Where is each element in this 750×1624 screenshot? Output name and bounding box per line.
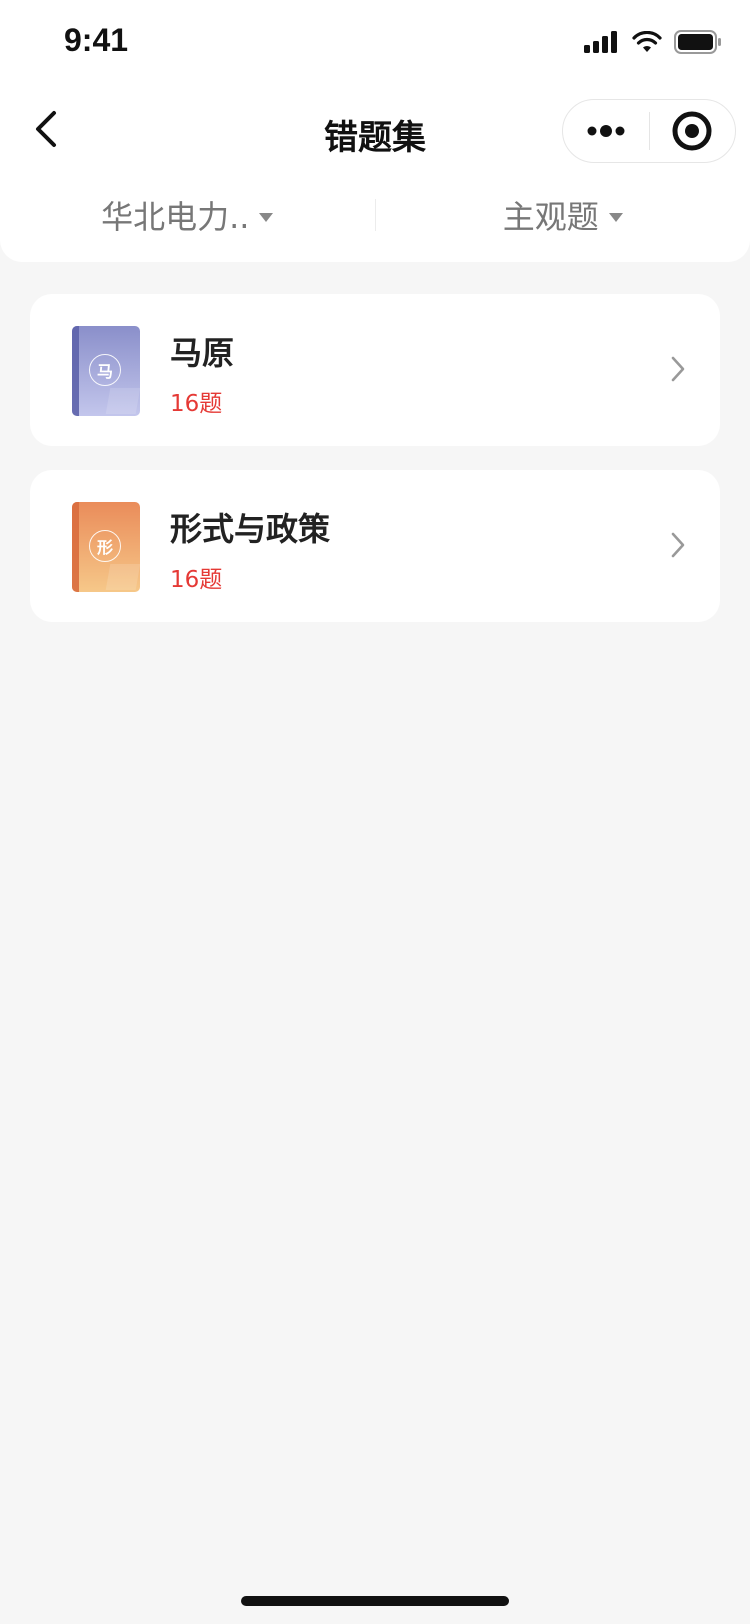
caret-down-icon xyxy=(608,212,623,222)
cover-watermark xyxy=(105,388,140,414)
status-icons xyxy=(584,30,722,54)
miniprogram-close-icon xyxy=(672,111,712,151)
wifi-icon xyxy=(632,31,662,52)
cover-watermark xyxy=(105,564,140,590)
cellular-signal-icon xyxy=(584,31,617,53)
subject-cover: 马 xyxy=(72,326,140,416)
cover-char: 形 xyxy=(96,538,113,557)
home-indicator[interactable] xyxy=(241,1596,509,1606)
battery-icon xyxy=(674,30,721,54)
list-item-title: 形式与政策 xyxy=(170,510,331,548)
more-dots-icon xyxy=(587,125,625,137)
close-button[interactable] xyxy=(650,100,736,162)
cover-seal: 马 xyxy=(89,354,121,386)
caret-down-icon xyxy=(259,212,274,222)
chevron-right-icon xyxy=(671,356,685,382)
list-item[interactable]: 形 形式与政策 16题 xyxy=(30,470,720,622)
cover-char: 马 xyxy=(96,362,113,381)
list-item[interactable]: 马 马原 16题 xyxy=(30,294,720,446)
list-item-count: 16题 xyxy=(170,567,223,593)
header-panel: 9:41 错题集 华北电力.. 主观题 xyxy=(0,0,750,262)
cover-spine xyxy=(72,502,79,592)
filter-school-dropdown[interactable]: 华北电力.. xyxy=(0,192,375,238)
miniprogram-capsule xyxy=(562,99,736,163)
list-item-count: 16题 xyxy=(170,391,223,417)
cover-seal: 形 xyxy=(89,530,121,562)
cover-spine xyxy=(72,326,79,416)
more-button[interactable] xyxy=(563,100,649,162)
chevron-right-icon xyxy=(671,532,685,558)
status-time: 9:41 xyxy=(64,22,129,58)
filter-bar: 华北电力.. 主观题 xyxy=(0,188,750,242)
filter-type-label: 主观题 xyxy=(502,198,599,236)
filter-type-dropdown[interactable]: 主观题 xyxy=(376,192,750,238)
list-item-title: 马原 xyxy=(170,334,235,372)
filter-school-label: 华北电力.. xyxy=(101,198,250,236)
subject-cover: 形 xyxy=(72,502,140,592)
screen: 9:41 错题集 华北电力.. 主观题 马 马原 16题 形 形式与政策 16题 xyxy=(0,0,750,1624)
